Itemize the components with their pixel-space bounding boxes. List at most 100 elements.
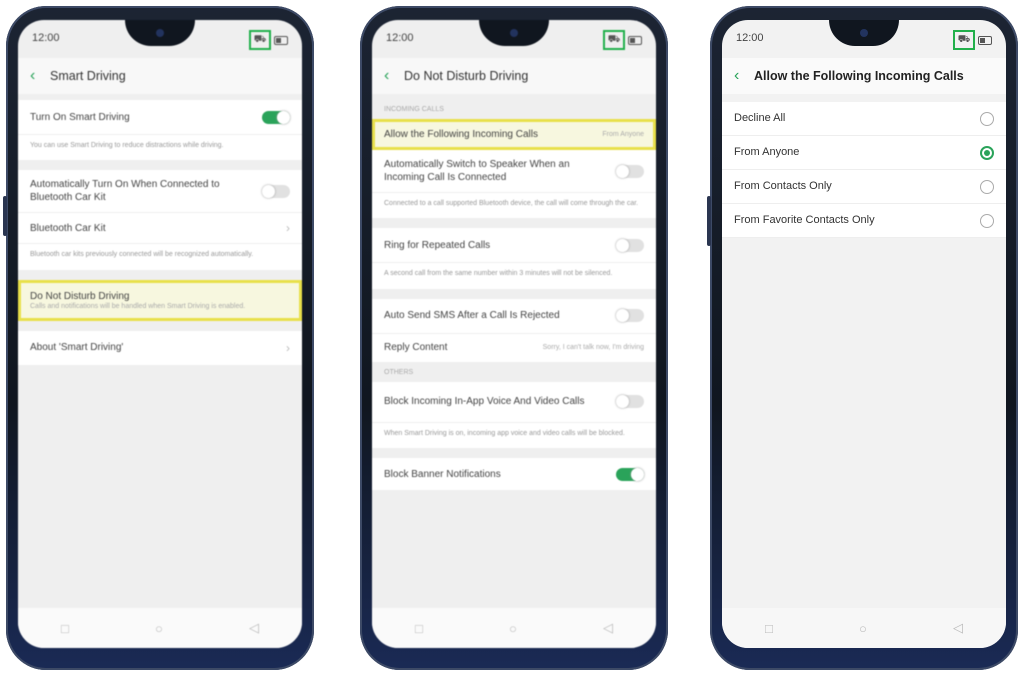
title-bar: ‹ Allow the Following Incoming Calls [722,58,1006,94]
section-header: INCOMING CALLS [384,106,444,113]
auto-send-sms-row[interactable]: Auto Send SMS After a Call Is Rejected [372,298,656,334]
status-time: 12:00 [736,32,764,44]
status-icons: ⛟ [249,30,288,50]
back-nav-icon[interactable]: ◁ [953,620,963,636]
volume-button [707,196,711,246]
row-label: Block Incoming In-App Voice And Video Ca… [384,396,585,408]
title-bar: ‹ Smart Driving [18,58,302,94]
back-icon[interactable]: ‹ [384,67,404,85]
row-description: Connected to a call supported Bluetooth … [372,193,656,219]
back-icon[interactable]: ‹ [734,67,754,85]
row-description: When Smart Driving is on, incoming app v… [372,422,656,449]
row-label: Turn On Smart Driving [30,111,130,123]
navigation-bar: □ ○ ◁ [18,608,302,648]
row-label: Automatically Switch to Speaker When an … [384,159,570,183]
page-title: Smart Driving [50,69,126,83]
phone-smart-driving: 12:00 ⛟ ‹ Smart Driving Turn On Smart Dr… [3,6,314,670]
row-description: You can use Smart Driving to reduce dist… [18,135,302,161]
back-nav-icon[interactable]: ◁ [249,620,259,636]
camera-icon [156,29,164,37]
toggle-switch[interactable] [616,309,644,323]
back-icon[interactable]: ‹ [30,67,50,85]
screen: 12:00 ⛟ ‹ Smart Driving Turn On Smart Dr… [18,20,302,648]
settings-list: Turn On Smart Driving You can use Smart … [18,100,302,608]
battery-icon [628,35,642,45]
status-time: 12:00 [32,32,60,44]
row-description: A second call from the same number withi… [372,263,656,289]
recents-icon[interactable]: □ [415,621,423,636]
row-value: From Anyone [602,130,644,138]
radio-button[interactable] [980,213,994,228]
title-bar: ‹ Do Not Disturb Driving [372,58,656,94]
toggle-switch[interactable] [262,184,290,198]
row-description: Calls and notifications will be handled … [30,302,246,310]
auto-turn-on-row[interactable]: Automatically Turn On When Connected to … [18,170,302,214]
row-label: Do Not Disturb Driving [30,290,130,302]
option-from-contacts-only[interactable]: From Contacts Only [722,170,1006,204]
block-app-calls-row[interactable]: Block Incoming In-App Voice And Video Ca… [372,381,656,423]
screen: 12:00 ⛟ ‹ Allow the Following Incoming C… [722,20,1006,648]
row-label: About 'Smart Driving' [30,342,124,354]
home-icon[interactable]: ○ [859,621,867,636]
home-icon[interactable]: ○ [509,621,517,636]
battery-icon [978,35,992,45]
settings-list: INCOMING CALLS Allow the Following Incom… [372,100,656,608]
page-title: Allow the Following Incoming Calls [754,69,964,83]
page-title: Do Not Disturb Driving [404,69,529,83]
recents-icon[interactable]: □ [765,621,773,636]
row-value: Sorry, I can't talk now, I'm driving [542,344,644,352]
row-label: Bluetooth Car Kit [30,222,106,234]
row-label: Ring for Repeated Calls [384,239,491,251]
option-label: From Anyone [734,146,800,159]
do-not-disturb-driving-row[interactable]: Do Not Disturb Driving Calls and notific… [18,279,302,321]
option-label: From Favorite Contacts Only [734,214,875,227]
navigation-bar: □ ○ ◁ [372,608,656,648]
chevron-right-icon: › [286,340,290,355]
status-icons: ⛟ [953,30,992,50]
radio-button[interactable] [980,111,994,126]
option-label: Decline All [734,112,786,125]
auto-speaker-row[interactable]: Automatically Switch to Speaker When an … [372,150,656,193]
battery-icon [274,35,288,45]
camera-icon [860,29,868,37]
car-icon: ⛟ [603,30,625,50]
ring-repeated-calls-row[interactable]: Ring for Repeated Calls [372,228,656,264]
car-icon: ⛟ [249,30,271,50]
toggle-switch[interactable] [616,395,644,409]
row-label: Reply Content [384,342,448,354]
chevron-right-icon: › [286,221,290,236]
section-header: OTHERS [384,368,414,376]
radio-button[interactable] [980,179,994,194]
option-label: From Contacts Only [734,180,832,193]
row-description: Bluetooth car kits previously connected … [18,244,302,270]
car-icon: ⛟ [953,30,975,50]
about-smart-driving-row[interactable]: About 'Smart Driving' › [18,330,302,366]
option-decline-all[interactable]: Decline All [722,102,1006,136]
options-list: Decline All From Anyone From Contacts On… [722,102,1006,608]
back-nav-icon[interactable]: ◁ [603,620,613,636]
row-label: Automatically Turn On When Connected to … [30,179,220,204]
toggle-switch[interactable] [616,238,644,252]
toggle-switch[interactable] [616,467,644,481]
recents-icon[interactable]: □ [61,621,69,636]
toggle-switch[interactable] [616,164,644,178]
allow-incoming-calls-row[interactable]: Allow the Following Incoming Calls From … [372,119,656,150]
block-banner-row[interactable]: Block Banner Notifications [372,458,656,492]
status-time: 12:00 [386,32,414,44]
row-label: Auto Send SMS After a Call Is Rejected [384,310,560,322]
radio-button-selected[interactable] [980,145,994,160]
screen: 12:00 ⛟ ‹ Do Not Disturb Driving INCOMIN… [372,20,656,648]
home-icon[interactable]: ○ [155,621,163,636]
volume-button [3,196,7,236]
navigation-bar: □ ○ ◁ [722,608,1006,648]
row-label: Block Banner Notifications [384,468,501,480]
option-from-anyone[interactable]: From Anyone [722,136,1006,170]
row-label: Allow the Following Incoming Calls [384,128,538,140]
toggle-switch[interactable] [262,110,290,124]
reply-content-row[interactable]: Reply Content Sorry, I can't talk now, I… [372,333,656,363]
bluetooth-car-kit-row[interactable]: Bluetooth Car Kit › [18,213,302,245]
option-from-favorite-contacts-only[interactable]: From Favorite Contacts Only [722,204,1006,238]
camera-icon [510,29,518,37]
phone-allow-incoming-calls: 12:00 ⛟ ‹ Allow the Following Incoming C… [707,6,1018,670]
turn-on-smart-driving-row[interactable]: Turn On Smart Driving [18,100,302,135]
